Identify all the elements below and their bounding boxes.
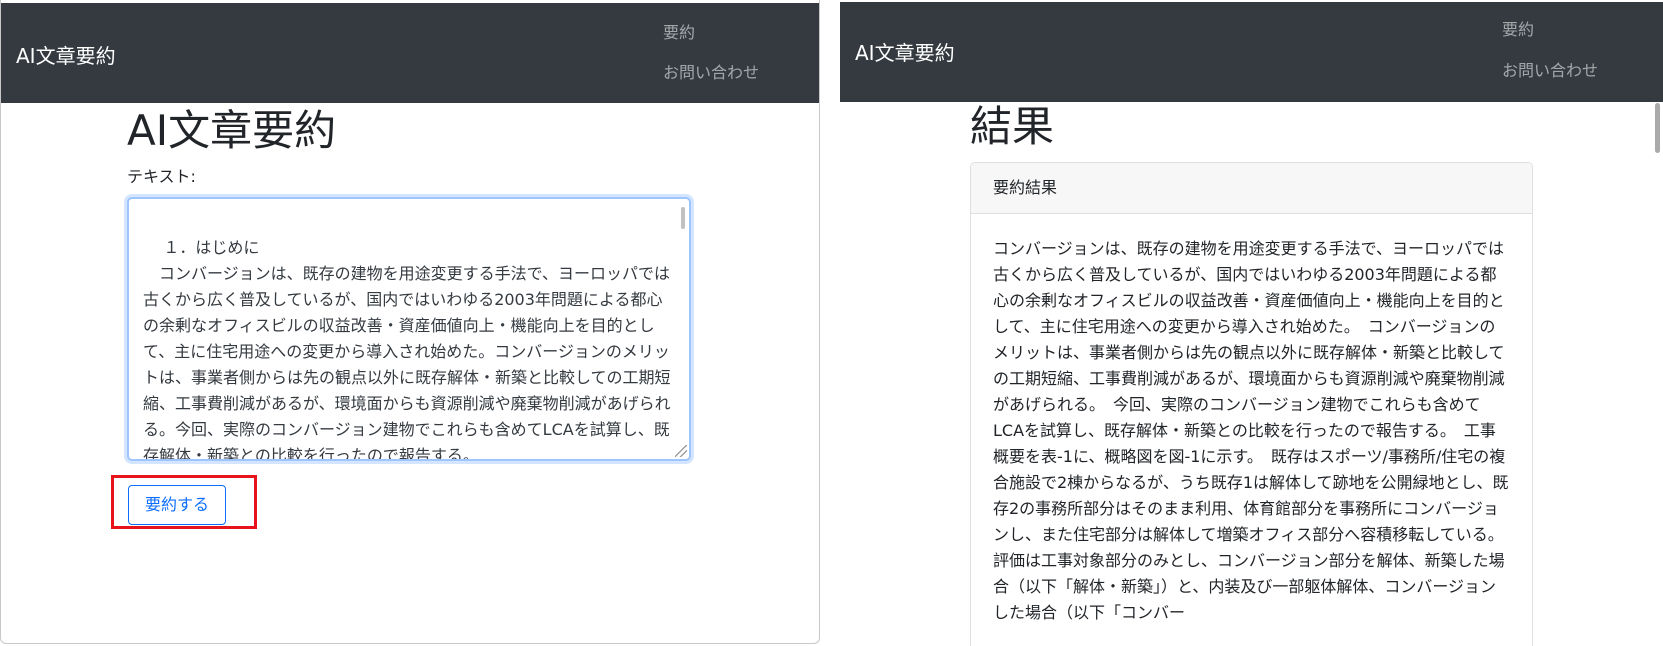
navbar-brand[interactable]: AI文章要約 [855, 40, 955, 66]
text-input-area[interactable]: １．はじめに コンバージョンは、既存の建物を用途変更する手法で、ヨーロッパでは古… [127, 197, 691, 461]
resize-handle-icon[interactable] [675, 445, 687, 457]
textarea-scrollbar[interactable] [681, 207, 685, 229]
navbar: AI文章要約 要約 お問い合わせ [840, 2, 1663, 102]
summary-text: コンバージョンは、既存の建物を用途変更する手法で、ヨーロッパでは古くから広く普及… [993, 239, 1512, 622]
summarize-button[interactable]: 要約する [128, 485, 226, 525]
page-scrollbar[interactable] [1651, 103, 1663, 646]
result-page-title: 結果 [970, 102, 1055, 151]
navbar-brand[interactable]: AI文章要約 [16, 43, 116, 69]
page-scroll-thumb[interactable] [1655, 103, 1660, 153]
page-title: AI文章要約 [127, 106, 337, 155]
nav-link-contact[interactable]: お問い合わせ [1502, 60, 1598, 82]
card-header: 要約結果 [971, 163, 1532, 214]
result-page-window: AI文章要約 要約 お問い合わせ 結果 要約結果 コンバージョンは、既存の建物を… [840, 0, 1663, 646]
text-input-value: １．はじめに コンバージョンは、既存の建物を用途変更する手法で、ヨーロッパでは古… [143, 238, 671, 461]
input-page-window: AI文章要約 要約 お問い合わせ AI文章要約 テキスト: １．はじめに コンバ… [0, 0, 820, 644]
nav-link-summary[interactable]: 要約 [663, 22, 695, 44]
summary-result-card: 要約結果 コンバージョンは、既存の建物を用途変更する手法で、ヨーロッパでは古くか… [970, 162, 1533, 646]
navbar: AI文章要約 要約 お問い合わせ [1, 3, 819, 103]
nav-link-summary[interactable]: 要約 [1502, 19, 1534, 41]
nav-link-contact[interactable]: お問い合わせ [663, 62, 759, 84]
text-field-label: テキスト: [127, 167, 196, 186]
